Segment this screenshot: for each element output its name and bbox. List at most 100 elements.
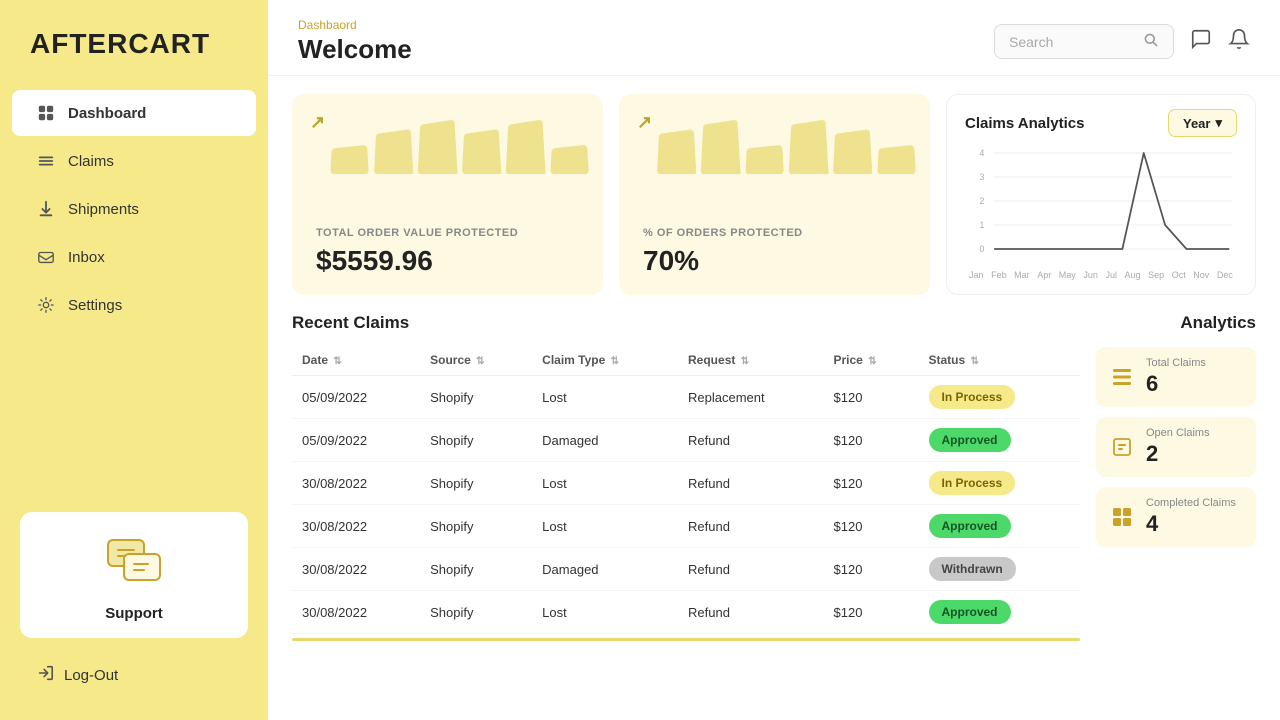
cell-date-1: 05/09/2022: [292, 419, 420, 462]
logo: AFTERCART: [0, 0, 268, 88]
top-row: ↗ TOTAL ORDER VALUE PROTECTED $5559.96 ↗…: [292, 94, 1256, 295]
cell-status-4: Withdrawn: [919, 548, 1081, 591]
support-button[interactable]: Support: [105, 605, 163, 622]
status-badge: Approved: [929, 514, 1011, 538]
order-value-value: $5559.96: [316, 245, 579, 277]
header-title-area: Dashbaord Welcome: [298, 18, 412, 65]
table-row[interactable]: 30/08/2022 Shopify Lost Refund $120 Appr…: [292, 591, 1080, 634]
box-d: [789, 119, 829, 174]
table-row[interactable]: 30/08/2022 Shopify Lost Refund $120 In P…: [292, 462, 1080, 505]
sidebar-item-dashboard[interactable]: Dashboard: [12, 90, 256, 136]
bottom-row: Recent Claims Date ⇅ Source ⇅ Claim Type…: [292, 313, 1256, 710]
card-arrow-1: ↗: [310, 112, 325, 133]
cell-status-3: Approved: [919, 505, 1081, 548]
table-row[interactable]: 05/09/2022 Shopify Lost Replacement $120…: [292, 376, 1080, 419]
line-chart: 4 3 2 1 0: [965, 143, 1237, 263]
box-1: [330, 145, 369, 174]
header-right: Search: [994, 24, 1250, 59]
cell-date-0: 05/09/2022: [292, 376, 420, 419]
order-value-label: TOTAL ORDER VALUE PROTECTED: [316, 227, 579, 239]
total-claims-label: Total Claims: [1146, 357, 1206, 369]
sidebar-item-shipments[interactable]: Shipments: [12, 186, 256, 232]
year-btn-label: Year: [1183, 116, 1210, 131]
sidebar-item-claims[interactable]: Claims: [12, 138, 256, 184]
sidebar-item-inbox-label: Inbox: [68, 249, 105, 266]
open-claims-value: 2: [1146, 441, 1210, 467]
cell-request-5: Refund: [678, 591, 823, 634]
col-status[interactable]: Status ⇅: [919, 345, 1081, 376]
cell-request-4: Refund: [678, 548, 823, 591]
box-a: [657, 129, 696, 174]
svg-text:1: 1: [980, 220, 985, 230]
cell-source-5: Shopify: [420, 591, 532, 634]
chart-area: 4 3 2 1 0 Jan Feb Mar Apr: [965, 143, 1237, 280]
table-row[interactable]: 05/09/2022 Shopify Damaged Refund $120 A…: [292, 419, 1080, 462]
analytics-section-title: Analytics: [1096, 313, 1256, 333]
box-b: [701, 119, 741, 174]
open-claims-card: Open Claims 2: [1096, 417, 1256, 477]
col-price[interactable]: Price ⇅: [824, 345, 919, 376]
cell-request-2: Refund: [678, 462, 823, 505]
recent-claims-title: Recent Claims: [292, 313, 1080, 333]
svg-text:2: 2: [980, 196, 985, 206]
sidebar-item-claims-label: Claims: [68, 153, 114, 170]
col-request[interactable]: Request ⇅: [678, 345, 823, 376]
claims-table: Date ⇅ Source ⇅ Claim Type ⇅ Request ⇅ P…: [292, 345, 1080, 634]
open-claims-label: Open Claims: [1146, 427, 1210, 439]
card-boxes-decoration-2: [619, 94, 930, 174]
logout-icon: [36, 664, 54, 686]
claims-icon: [36, 151, 56, 171]
cell-price-2: $120: [824, 462, 919, 505]
scroll-hint: [292, 638, 1080, 641]
cell-status-5: Approved: [919, 591, 1081, 634]
cell-claimtype-1: Damaged: [532, 419, 678, 462]
status-badge: Withdrawn: [929, 557, 1016, 581]
completed-claims-info: Completed Claims 4: [1146, 497, 1236, 537]
col-date[interactable]: Date ⇅: [292, 345, 420, 376]
year-filter-button[interactable]: Year ▾: [1168, 109, 1237, 137]
cell-source-0: Shopify: [420, 376, 532, 419]
content: ↗ TOTAL ORDER VALUE PROTECTED $5559.96 ↗…: [268, 76, 1280, 720]
card-boxes-decoration: [292, 94, 603, 174]
cell-price-4: $120: [824, 548, 919, 591]
col-claim-type[interactable]: Claim Type ⇅: [532, 345, 678, 376]
col-source[interactable]: Source ⇅: [420, 345, 532, 376]
search-placeholder: Search: [1009, 34, 1053, 50]
page-supertitle: Dashbaord: [298, 18, 412, 32]
svg-text:4: 4: [980, 148, 985, 158]
total-claims-value: 6: [1146, 371, 1206, 397]
box-3: [418, 119, 458, 174]
cell-date-5: 30/08/2022: [292, 591, 420, 634]
sidebar-item-settings-label: Settings: [68, 297, 122, 314]
cell-source-4: Shopify: [420, 548, 532, 591]
cell-price-1: $120: [824, 419, 919, 462]
cell-claimtype-2: Lost: [532, 462, 678, 505]
table-row[interactable]: 30/08/2022 Shopify Damaged Refund $120 W…: [292, 548, 1080, 591]
box-f: [877, 145, 916, 174]
notification-icon[interactable]: [1228, 28, 1250, 56]
cell-source-1: Shopify: [420, 419, 532, 462]
claims-analytics-card: Claims Analytics Year ▾: [946, 94, 1256, 295]
search-icon[interactable]: [1143, 32, 1159, 51]
svg-text:3: 3: [980, 172, 985, 182]
search-box[interactable]: Search: [994, 24, 1174, 59]
recent-claims-section: Recent Claims Date ⇅ Source ⇅ Claim Type…: [292, 313, 1080, 710]
logout-button[interactable]: Log-Out: [12, 650, 256, 700]
status-badge: Approved: [929, 428, 1011, 452]
sidebar-item-settings[interactable]: Settings: [12, 282, 256, 328]
support-icon: [104, 536, 164, 595]
completed-claims-card: Completed Claims 4: [1096, 487, 1256, 547]
svg-text:0: 0: [980, 244, 985, 254]
status-badge: In Process: [929, 471, 1016, 495]
table-row[interactable]: 30/08/2022 Shopify Lost Refund $120 Appr…: [292, 505, 1080, 548]
status-badge: In Process: [929, 385, 1016, 409]
total-claims-info: Total Claims 6: [1146, 357, 1206, 397]
message-icon[interactable]: [1190, 28, 1212, 56]
main-content: Dashbaord Welcome Search: [268, 0, 1280, 720]
cell-status-2: In Process: [919, 462, 1081, 505]
cell-price-3: $120: [824, 505, 919, 548]
header: Dashbaord Welcome Search: [268, 0, 1280, 76]
sidebar-item-inbox[interactable]: Inbox: [12, 234, 256, 280]
sidebar: AFTERCART Dashboard Claims Shipments Inb…: [0, 0, 268, 720]
chevron-down-icon: ▾: [1215, 115, 1222, 131]
